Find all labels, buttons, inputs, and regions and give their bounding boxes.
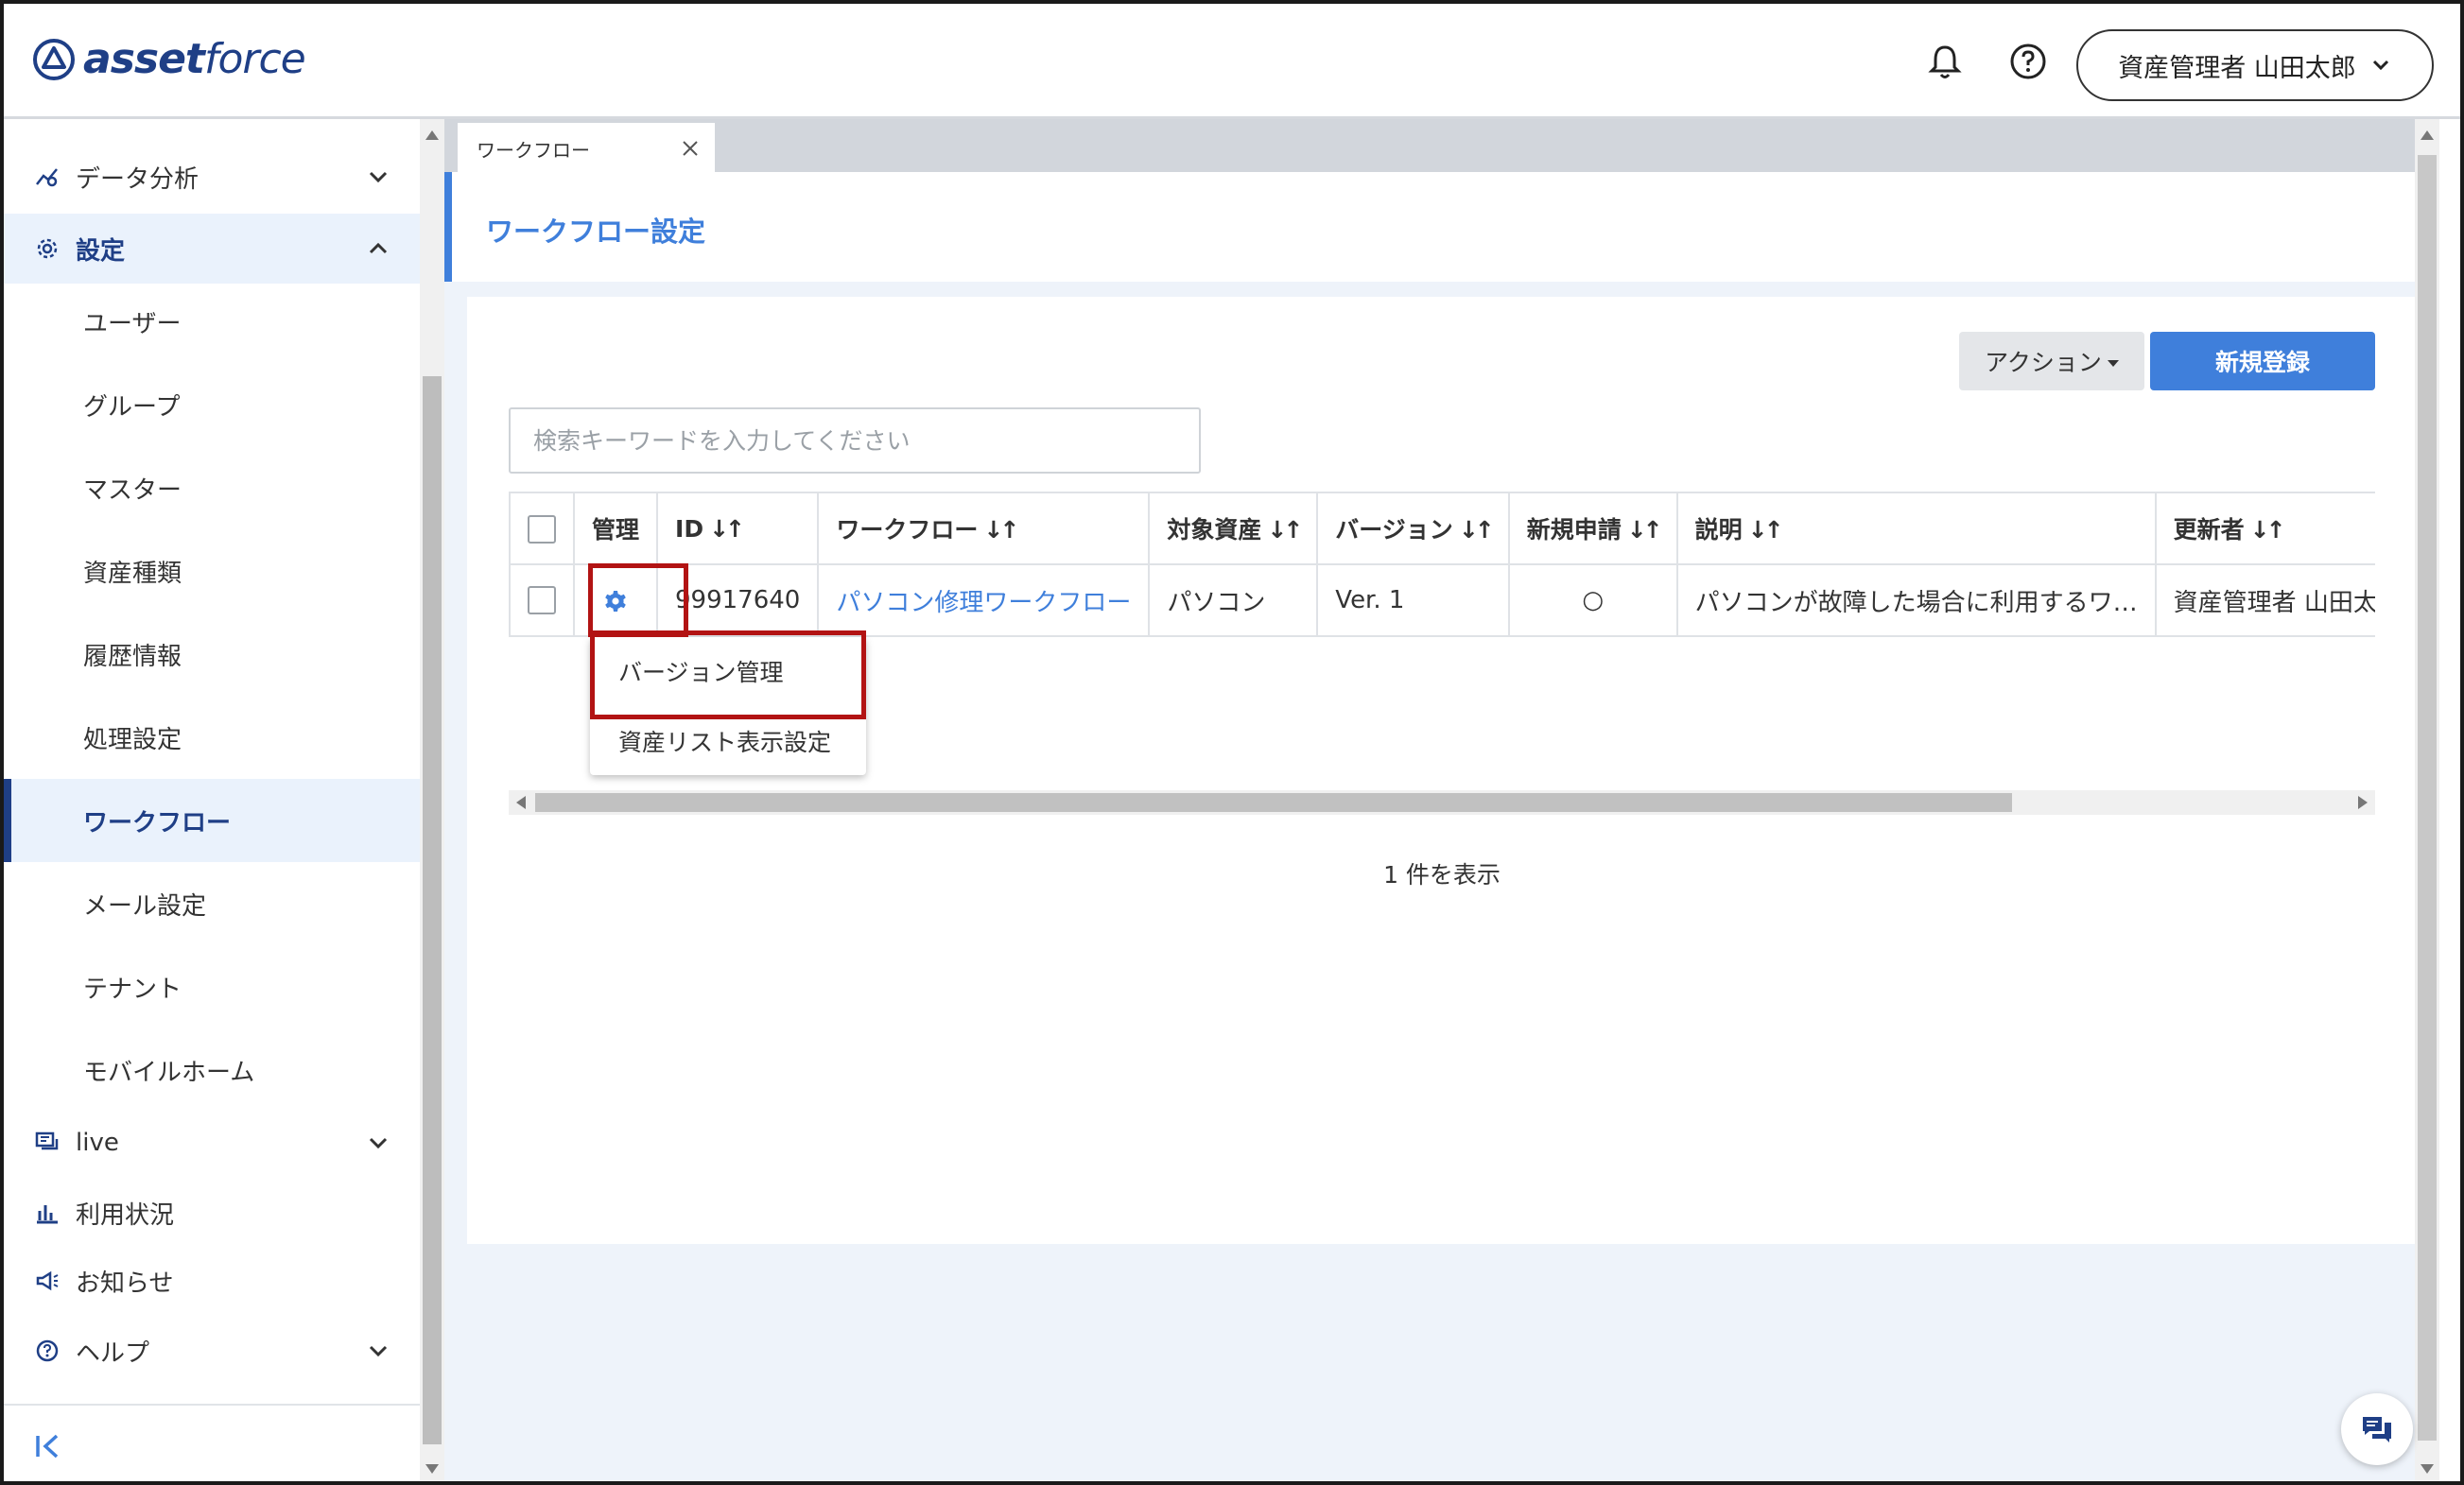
sidebar: データ分析 設定 ユーザー グループ マスター 資産種類 履歴情報 処理設定 ワ…: [4, 119, 420, 1481]
gear-icon: [37, 238, 58, 259]
scroll-up-arrow[interactable]: [425, 130, 439, 140]
chevron-down-icon: [369, 1345, 388, 1357]
menu-highlight-box: [590, 630, 866, 719]
new-registration-button[interactable]: 新規登録: [2150, 332, 2375, 390]
scroll-down-arrow[interactable]: [2421, 1464, 2434, 1474]
workflow-table-container: 管理 ID ↓↑ ワークフロー ↓↑ 対象資産 ↓↑ バージョン ↓↑ 新規申請 ↓↑ 説…: [509, 492, 2375, 645]
new-application-cell: ○: [1507, 563, 1678, 637]
sidebar-item-workflow[interactable]: ワークフロー: [4, 779, 420, 862]
logo-text: assetforce: [83, 35, 306, 83]
user-name: 資産管理者 山田太郎: [2118, 53, 2356, 83]
workflow-name-link[interactable]: パソコン修理ワークフロー: [817, 563, 1151, 637]
column-header-description[interactable]: 説明 ↓↑: [1675, 492, 2157, 565]
bell-icon[interactable]: [1923, 40, 1967, 83]
user-menu-button[interactable]: 資産管理者 山田太郎: [2076, 29, 2434, 101]
scroll-right-arrow[interactable]: [2358, 796, 2368, 809]
main-content: ワークフロー ワークフロー設定 アクション 新規登録 検索キーワードを入力してく…: [444, 119, 2439, 1481]
row-checkbox[interactable]: [528, 586, 556, 615]
app-window: assetforce 資産管理者 山田太郎 データ分析 設定 ユーザー グループ…: [0, 0, 2464, 1485]
chevron-down-icon: [369, 1137, 388, 1149]
table-header-row: 管理 ID ↓↑ ワークフロー ↓↑ 対象資産 ↓↑ バージョン ↓↑ 新規申請 ↓↑ 説…: [509, 492, 2375, 565]
sidebar-item-history[interactable]: 履歴情報: [4, 613, 420, 696]
sidebar-item-asset-types[interactable]: 資産種類: [4, 529, 420, 613]
chat-bubble-icon: [2363, 1417, 2391, 1442]
column-header-version[interactable]: バージョン ↓↑: [1316, 492, 1510, 565]
analytics-icon: [36, 168, 58, 187]
column-header-workflow[interactable]: ワークフロー ↓↑: [817, 492, 1151, 565]
megaphone-icon: [36, 1270, 59, 1291]
version-cell: Ver. 1: [1316, 563, 1510, 637]
updater-cell: 資産管理者 山田太: [2154, 563, 2375, 637]
chevron-down-icon: [2372, 60, 2388, 71]
sidebar-item-mobile-home[interactable]: モバイルホーム: [4, 1028, 420, 1112]
scroll-left-arrow[interactable]: [516, 796, 526, 809]
column-header-target-asset[interactable]: 対象資産 ↓↑: [1148, 492, 1319, 565]
sort-icon: ↓↑: [709, 514, 745, 543]
select-all-checkbox[interactable]: [528, 514, 556, 544]
description-cell: パソコンが故障した場合に利用するワ…: [1675, 563, 2157, 637]
help-circle-icon[interactable]: [2006, 40, 2050, 83]
sort-icon: ↓↑: [983, 516, 1019, 544]
sidebar-footer: [4, 1404, 420, 1481]
sidebar-item-groups[interactable]: グループ: [4, 363, 420, 446]
sort-icon: ↓↑: [1747, 516, 1784, 544]
sidebar-item-news[interactable]: お知らせ: [4, 1252, 420, 1310]
search-input[interactable]: [509, 407, 1201, 474]
sidebar-item-users[interactable]: ユーザー: [4, 280, 420, 363]
chat-icon: [35, 1131, 59, 1150]
sidebar-item-master[interactable]: マスター: [4, 446, 420, 529]
sidebar-item-processing[interactable]: 処理設定: [4, 696, 420, 779]
sidebar-scroll-thumb[interactable]: [423, 376, 442, 1444]
main-scrollbar[interactable]: [2415, 119, 2439, 1481]
table-row: 99917640 パソコン修理ワークフロー パソコン Ver. 1 ○ パソコン…: [509, 563, 2375, 637]
result-count: 1 件を表示: [1383, 861, 1501, 889]
page-title: ワークフロー設定: [486, 216, 706, 248]
close-icon[interactable]: [679, 137, 702, 160]
main-scroll-thumb[interactable]: [2418, 155, 2437, 1441]
tab-bar: ワークフロー: [444, 119, 2439, 174]
top-header: assetforce 資産管理者 山田太郎: [4, 4, 2460, 119]
chevron-down-icon: [369, 171, 388, 183]
column-header-manage: 管理: [572, 492, 659, 565]
page-header: ワークフロー設定: [444, 172, 2439, 282]
column-header-updater[interactable]: 更新者 ↓↑: [2154, 492, 2375, 565]
sidebar-item-mail-settings[interactable]: メール設定: [4, 862, 420, 945]
bar-chart-icon: [37, 1205, 58, 1224]
scroll-down-arrow[interactable]: [425, 1464, 439, 1474]
workflow-table: 管理 ID ↓↑ ワークフロー ↓↑ 対象資産 ↓↑ バージョン ↓↑ 新規申請 ↓↑ 説…: [509, 492, 2375, 637]
horizontal-scroll-thumb[interactable]: [535, 793, 2012, 812]
sidebar-item-tenant[interactable]: テナント: [4, 945, 420, 1028]
sidebar-item-settings[interactable]: 設定: [4, 214, 420, 284]
sidebar-item-help[interactable]: ヘルプ: [4, 1321, 420, 1380]
sort-icon: ↓↑: [2249, 516, 2286, 544]
collapse-sidebar-icon[interactable]: [32, 1430, 64, 1462]
chevron-up-icon: [369, 242, 388, 254]
sort-icon: ↓↑: [1626, 516, 1663, 544]
sidebar-item-usage[interactable]: 利用状況: [4, 1183, 420, 1242]
tab-workflow[interactable]: ワークフロー: [458, 123, 715, 174]
row-select-cell: [509, 563, 575, 637]
column-header-new-application[interactable]: 新規申請 ↓↑: [1507, 492, 1678, 565]
chat-support-button[interactable]: [2341, 1393, 2413, 1465]
logo-triangle-icon: [33, 39, 75, 80]
target-asset-cell: パソコン: [1148, 563, 1319, 637]
sort-icon: ↓↑: [1458, 516, 1495, 544]
sort-icon: ↓↑: [1267, 516, 1303, 544]
action-dropdown-button[interactable]: アクション: [1959, 332, 2144, 390]
select-all-cell: [509, 492, 575, 565]
caret-down-icon: [2107, 359, 2119, 367]
column-header-id[interactable]: ID ↓↑: [656, 492, 820, 565]
table-horizontal-scrollbar[interactable]: [509, 790, 2375, 815]
sidebar-item-data-analysis[interactable]: データ分析: [4, 147, 420, 206]
asset-force-logo[interactable]: assetforce: [32, 35, 306, 83]
sidebar-scrollbar[interactable]: [420, 119, 444, 1481]
help-circle-icon: [36, 1339, 59, 1362]
scroll-up-arrow[interactable]: [2421, 130, 2434, 140]
sidebar-item-live[interactable]: live: [4, 1114, 420, 1172]
gear-highlight-box: [588, 563, 688, 637]
